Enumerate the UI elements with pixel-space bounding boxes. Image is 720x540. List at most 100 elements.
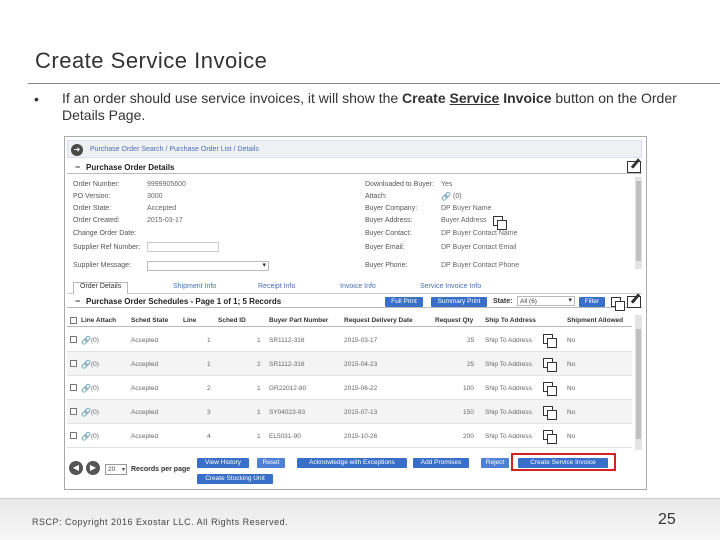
col-header[interactable]: Sched State bbox=[131, 317, 168, 324]
bullet-text: If an order should use service invoices,… bbox=[62, 90, 702, 124]
collapse-icon[interactable]: − bbox=[75, 296, 80, 306]
cell-sched: 2 bbox=[257, 361, 261, 368]
edit-icon[interactable] bbox=[627, 161, 641, 173]
add-promises-button[interactable]: Add Promises bbox=[413, 458, 469, 468]
row-checkbox[interactable] bbox=[70, 360, 77, 367]
copy-icon[interactable] bbox=[493, 216, 507, 230]
po-details-title: Purchase Order Details bbox=[86, 163, 175, 172]
state-select[interactable]: All (6) bbox=[517, 296, 575, 306]
state-label: State: bbox=[493, 298, 513, 305]
paperclip-icon[interactable]: 🔗 bbox=[81, 408, 91, 417]
grid-scrollbar[interactable] bbox=[635, 315, 642, 450]
bullet-bold-create: Create bbox=[402, 90, 450, 106]
row-checkbox[interactable] bbox=[70, 384, 77, 391]
records-per-page-select[interactable]: 20 bbox=[105, 464, 127, 475]
cell-part: EL5031-90 bbox=[269, 433, 301, 440]
tab-receipt-info[interactable]: Receipt Info bbox=[258, 283, 295, 290]
filter-button[interactable]: Filter bbox=[579, 297, 605, 307]
tab-service-invoice-info[interactable]: Service Invoice Info bbox=[420, 283, 481, 290]
cell-date: 2015-10-26 bbox=[344, 433, 378, 440]
tab-invoice-info[interactable]: Invoice Info bbox=[340, 283, 376, 290]
breadcrumb-text[interactable]: Purchase Order Search / Purchase Order L… bbox=[90, 146, 259, 153]
copy-icon[interactable] bbox=[543, 358, 557, 372]
row-checkbox[interactable] bbox=[70, 336, 77, 343]
table-row[interactable]: 🔗 (0) Accepted 1 2 SR1112-316 2015-04-23… bbox=[67, 352, 632, 376]
paperclip-icon[interactable]: 🔗 bbox=[81, 432, 91, 441]
col-header[interactable]: Request Delivery Date bbox=[344, 317, 413, 324]
bullet-bold-service: Service bbox=[449, 90, 500, 106]
reset-button[interactable]: Reset bbox=[257, 458, 285, 468]
field-label: Buyer Company: bbox=[365, 205, 418, 212]
copy-icon[interactable] bbox=[543, 430, 557, 444]
cell-date: 2015-03-17 bbox=[344, 337, 378, 344]
scrollbar-thumb[interactable] bbox=[636, 329, 641, 439]
view-history-button[interactable]: View History bbox=[197, 458, 249, 468]
cell-state: Accepted bbox=[131, 433, 159, 440]
paperclip-icon[interactable]: 🔗 bbox=[81, 384, 91, 393]
row-checkbox[interactable] bbox=[70, 432, 77, 439]
create-stocking-unit-button[interactable]: Create Stocking Unit bbox=[197, 474, 273, 484]
tab-bar: Order Details Shipment Info Receipt Info… bbox=[67, 282, 642, 294]
copy-icon[interactable] bbox=[543, 382, 557, 396]
paperclip-icon[interactable]: 🔗 bbox=[81, 360, 91, 369]
cell-part: GR22012-80 bbox=[269, 385, 307, 392]
table-row[interactable]: 🔗 (0) Accepted 3 1 SY04023-93 2015-07-13… bbox=[67, 400, 632, 424]
field-value: DP Buyer Contact Phone bbox=[441, 262, 520, 269]
details-scrollbar[interactable] bbox=[635, 177, 642, 269]
cell-date: 2015-06-22 bbox=[344, 385, 378, 392]
table-row[interactable]: 🔗 (0) Accepted 2 1 GR22012-80 2015-06-22… bbox=[67, 376, 632, 400]
supplier-message-select[interactable] bbox=[147, 261, 269, 271]
acknowledge-exceptions-button[interactable]: Acknowledge with Exceptions bbox=[297, 458, 407, 468]
cell-attach: (0) bbox=[91, 337, 99, 344]
field-label: Attach: bbox=[365, 193, 387, 200]
cell-qty: 25 bbox=[467, 361, 475, 368]
cell-date: 2015-04-23 bbox=[344, 361, 378, 368]
row-checkbox[interactable] bbox=[70, 408, 77, 415]
select-all-checkbox[interactable] bbox=[70, 317, 77, 324]
po-details-header[interactable]: − Purchase Order Details bbox=[67, 161, 642, 174]
cell-ship: Ship To Address bbox=[485, 433, 532, 440]
cell-part: SY04023-93 bbox=[269, 409, 306, 416]
summary-print-button[interactable]: Summary Print bbox=[431, 297, 487, 307]
collapse-icon[interactable]: − bbox=[75, 162, 80, 172]
cell-line: 1 bbox=[207, 361, 211, 368]
cell-line: 1 bbox=[207, 337, 211, 344]
paperclip-icon[interactable]: 🔗 bbox=[81, 336, 91, 345]
col-header[interactable]: Ship To Address bbox=[485, 317, 536, 324]
col-header[interactable]: Shipment Allowed bbox=[567, 317, 623, 324]
table-row[interactable]: 🔗 (0) Accepted 4 1 EL5031-90 2015-10-26 … bbox=[67, 424, 632, 448]
copy-icon[interactable] bbox=[543, 406, 557, 420]
tab-order-details[interactable]: Order Details bbox=[73, 282, 129, 294]
field-label: Buyer Phone: bbox=[365, 262, 408, 269]
table-row[interactable]: 🔗 (0) Accepted 1 1 SR1112-316 2015-03-17… bbox=[67, 328, 632, 352]
cell-sched: 1 bbox=[257, 433, 261, 440]
supplier-ref-input[interactable] bbox=[147, 242, 219, 252]
cell-ship: Ship To Address bbox=[485, 337, 532, 344]
field-label: Change Order Date: bbox=[73, 230, 137, 237]
records-per-page-label: Records per page bbox=[131, 466, 191, 473]
col-header[interactable]: Buyer Part Number bbox=[269, 317, 328, 324]
scrollbar-thumb[interactable] bbox=[636, 181, 641, 261]
col-header[interactable]: Sched ID bbox=[218, 317, 246, 324]
edit-icon[interactable] bbox=[627, 296, 641, 308]
paperclip-icon[interactable]: 🔗 bbox=[441, 192, 451, 201]
reject-button[interactable]: Reject bbox=[481, 458, 509, 468]
col-header[interactable]: Request Qty bbox=[435, 317, 473, 324]
cell-state: Accepted bbox=[131, 361, 159, 368]
export-icon[interactable] bbox=[611, 297, 625, 311]
cell-attach: (0) bbox=[91, 361, 99, 368]
back-arrow-icon[interactable]: ➜ bbox=[71, 144, 83, 156]
field-label: Order Number: bbox=[73, 181, 120, 188]
full-print-button[interactable]: Full Print bbox=[385, 297, 423, 307]
cell-qty: 150 bbox=[463, 409, 474, 416]
col-header[interactable]: Line bbox=[183, 317, 196, 324]
col-header[interactable]: Line Attach bbox=[81, 317, 116, 324]
breadcrumb: ➜ Purchase Order Search / Purchase Order… bbox=[67, 140, 642, 158]
schedules-title: Purchase Order Schedules - Page 1 of 1; … bbox=[86, 297, 282, 306]
field-value: DP Buyer Name bbox=[441, 205, 492, 212]
prev-page-icon[interactable]: ◀ bbox=[69, 461, 83, 475]
field-label: Buyer Email: bbox=[365, 244, 405, 251]
tab-shipment-info[interactable]: Shipment Info bbox=[173, 283, 216, 290]
next-page-icon[interactable]: ▶ bbox=[86, 461, 100, 475]
copy-icon[interactable] bbox=[543, 334, 557, 348]
